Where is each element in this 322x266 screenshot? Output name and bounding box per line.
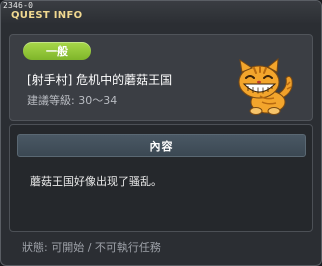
content-header: 內容 [17, 134, 306, 157]
title-bar[interactable]: 2346-0 QUEST INFO [1, 1, 321, 23]
quest-name: [射手村] 危机中的蘑菇王国 [27, 73, 173, 87]
orange-cat-mascot-icon [238, 58, 293, 115]
quest-category-badge: 一般 [23, 42, 91, 60]
quest-info-window: 2346-0 QUEST INFO 一般 [射手村] 危机中的蘑菇王国 建議等級… [0, 0, 322, 266]
recommended-level: 建議等級: 30～34 [27, 94, 118, 107]
window-title: QUEST INFO [11, 10, 83, 21]
quest-status: 狀態: 可開始 / 不可執行任務 [22, 241, 161, 254]
quest-summary-panel: 一般 [射手村] 危机中的蘑菇王国 建議等級: 30～34 [9, 34, 313, 121]
quest-id-label: 2346-0 [3, 1, 34, 10]
quest-content-panel: 內容 蘑菇王国好像出现了骚乱。 [9, 124, 313, 232]
quest-description: 蘑菇王国好像出现了骚乱。 [30, 175, 162, 188]
